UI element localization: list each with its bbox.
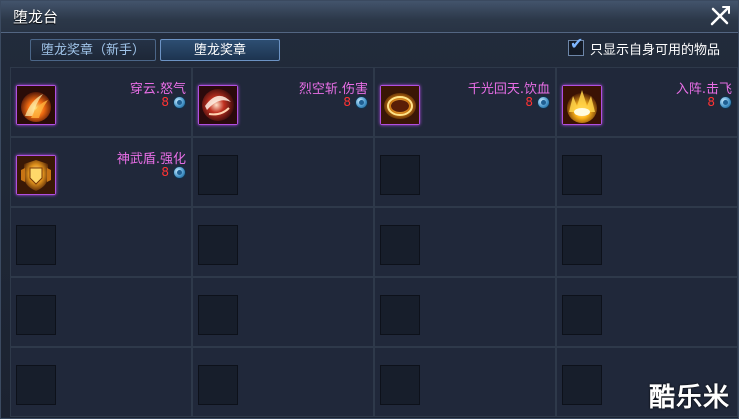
gem-icon: [173, 95, 186, 109]
empty-cell[interactable]: [374, 137, 556, 207]
item-count: 8: [161, 165, 169, 179]
empty-slot: [380, 365, 420, 405]
empty-cell[interactable]: [374, 207, 556, 277]
item-count-row: 8: [161, 165, 186, 179]
empty-slot: [198, 225, 238, 265]
flame-claw-icon: [16, 85, 56, 125]
fire-burst-icon: [562, 85, 602, 125]
empty-cell[interactable]: [556, 207, 738, 277]
empty-slot: [380, 225, 420, 265]
empty-slot: [16, 225, 56, 265]
empty-cell[interactable]: [10, 277, 192, 347]
empty-cell[interactable]: [192, 137, 374, 207]
gem-icon: [355, 95, 368, 109]
watermark-text: 酷乐米: [648, 383, 730, 413]
golden-shield-icon: [16, 155, 56, 195]
empty-slot: [562, 155, 602, 195]
empty-slot: [16, 365, 56, 405]
empty-slot: [562, 365, 602, 405]
gem-icon: [173, 165, 186, 179]
item-count: 8: [161, 95, 169, 109]
filter-checkbox[interactable]: ✔: [567, 36, 584, 56]
empty-cell[interactable]: [374, 347, 556, 417]
filter-label: 只显示自身可用的物品: [589, 42, 720, 58]
tab-dragon-medal-novice[interactable]: 堕龙奖章（新手）: [30, 39, 156, 61]
empty-slot: [562, 225, 602, 265]
item-cell[interactable]: 穿云.怒气 8: [10, 67, 192, 137]
item-count-row: 8: [707, 95, 732, 109]
empty-cell[interactable]: [10, 207, 192, 277]
empty-slot: [16, 295, 56, 335]
empty-cell[interactable]: [192, 207, 374, 277]
item-cell[interactable]: 神武盾.强化 8: [10, 137, 192, 207]
tab-dragon-medal[interactable]: 堕龙奖章: [160, 39, 280, 61]
empty-cell[interactable]: [10, 347, 192, 417]
title-bar: 堕龙台: [1, 1, 738, 33]
empty-cell[interactable]: [192, 347, 374, 417]
empty-slot: [380, 295, 420, 335]
close-icon[interactable]: [708, 4, 732, 28]
empty-slot: [562, 295, 602, 335]
empty-slot: [380, 155, 420, 195]
item-count: 8: [707, 95, 715, 109]
item-count: 8: [343, 95, 351, 109]
empty-cell[interactable]: [556, 137, 738, 207]
item-cell[interactable]: 烈空斩.伤害 8: [192, 67, 374, 137]
empty-slot: [198, 295, 238, 335]
item-count-row: 8: [343, 95, 368, 109]
item-cell[interactable]: 入阵.击飞 8: [556, 67, 738, 137]
golden-ring-icon: [380, 85, 420, 125]
crescent-slash-icon: [198, 85, 238, 125]
gem-icon: [719, 95, 732, 109]
item-cell[interactable]: 千光回天.饮血 8: [374, 67, 556, 137]
empty-cell[interactable]: [556, 277, 738, 347]
item-count: 8: [525, 95, 533, 109]
empty-slot: [198, 365, 238, 405]
item-grid: 穿云.怒气 8 烈空斩.伤害 8 千光回天.饮血 8 入阵.击飞 8 神武盾.强…: [10, 67, 738, 419]
item-count-row: 8: [525, 95, 550, 109]
item-count-row: 8: [161, 95, 186, 109]
empty-slot: [198, 155, 238, 195]
checkmark-icon: ✔: [569, 34, 584, 53]
window-title: 堕龙台: [13, 8, 59, 26]
usable-only-filter[interactable]: ✔ 只显示自身可用的物品: [567, 36, 720, 58]
empty-cell[interactable]: [374, 277, 556, 347]
dragon-platform-window: 堕龙台 堕龙奖章（新手） 堕龙奖章 ✔ 只显示自身可用的物品 穿云.怒气 8 烈…: [0, 0, 739, 419]
empty-cell[interactable]: [192, 277, 374, 347]
gem-icon: [537, 95, 550, 109]
